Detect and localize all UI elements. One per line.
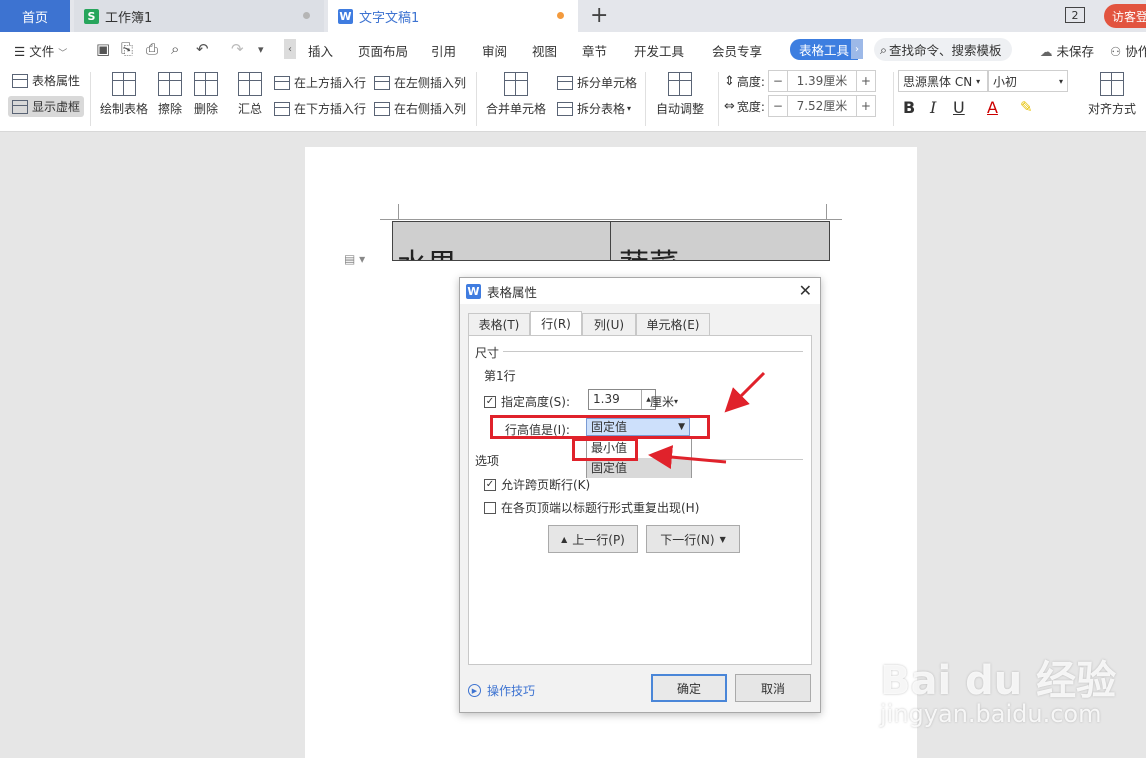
annotation-arrow xyxy=(648,445,727,470)
baidu-watermark-logo: Bai du 经验 xyxy=(880,658,1117,704)
baidu-watermark-url: jingyan.baidu.com xyxy=(880,700,1102,728)
annotation-arrow xyxy=(724,371,766,413)
annotation-arrows xyxy=(648,371,766,470)
